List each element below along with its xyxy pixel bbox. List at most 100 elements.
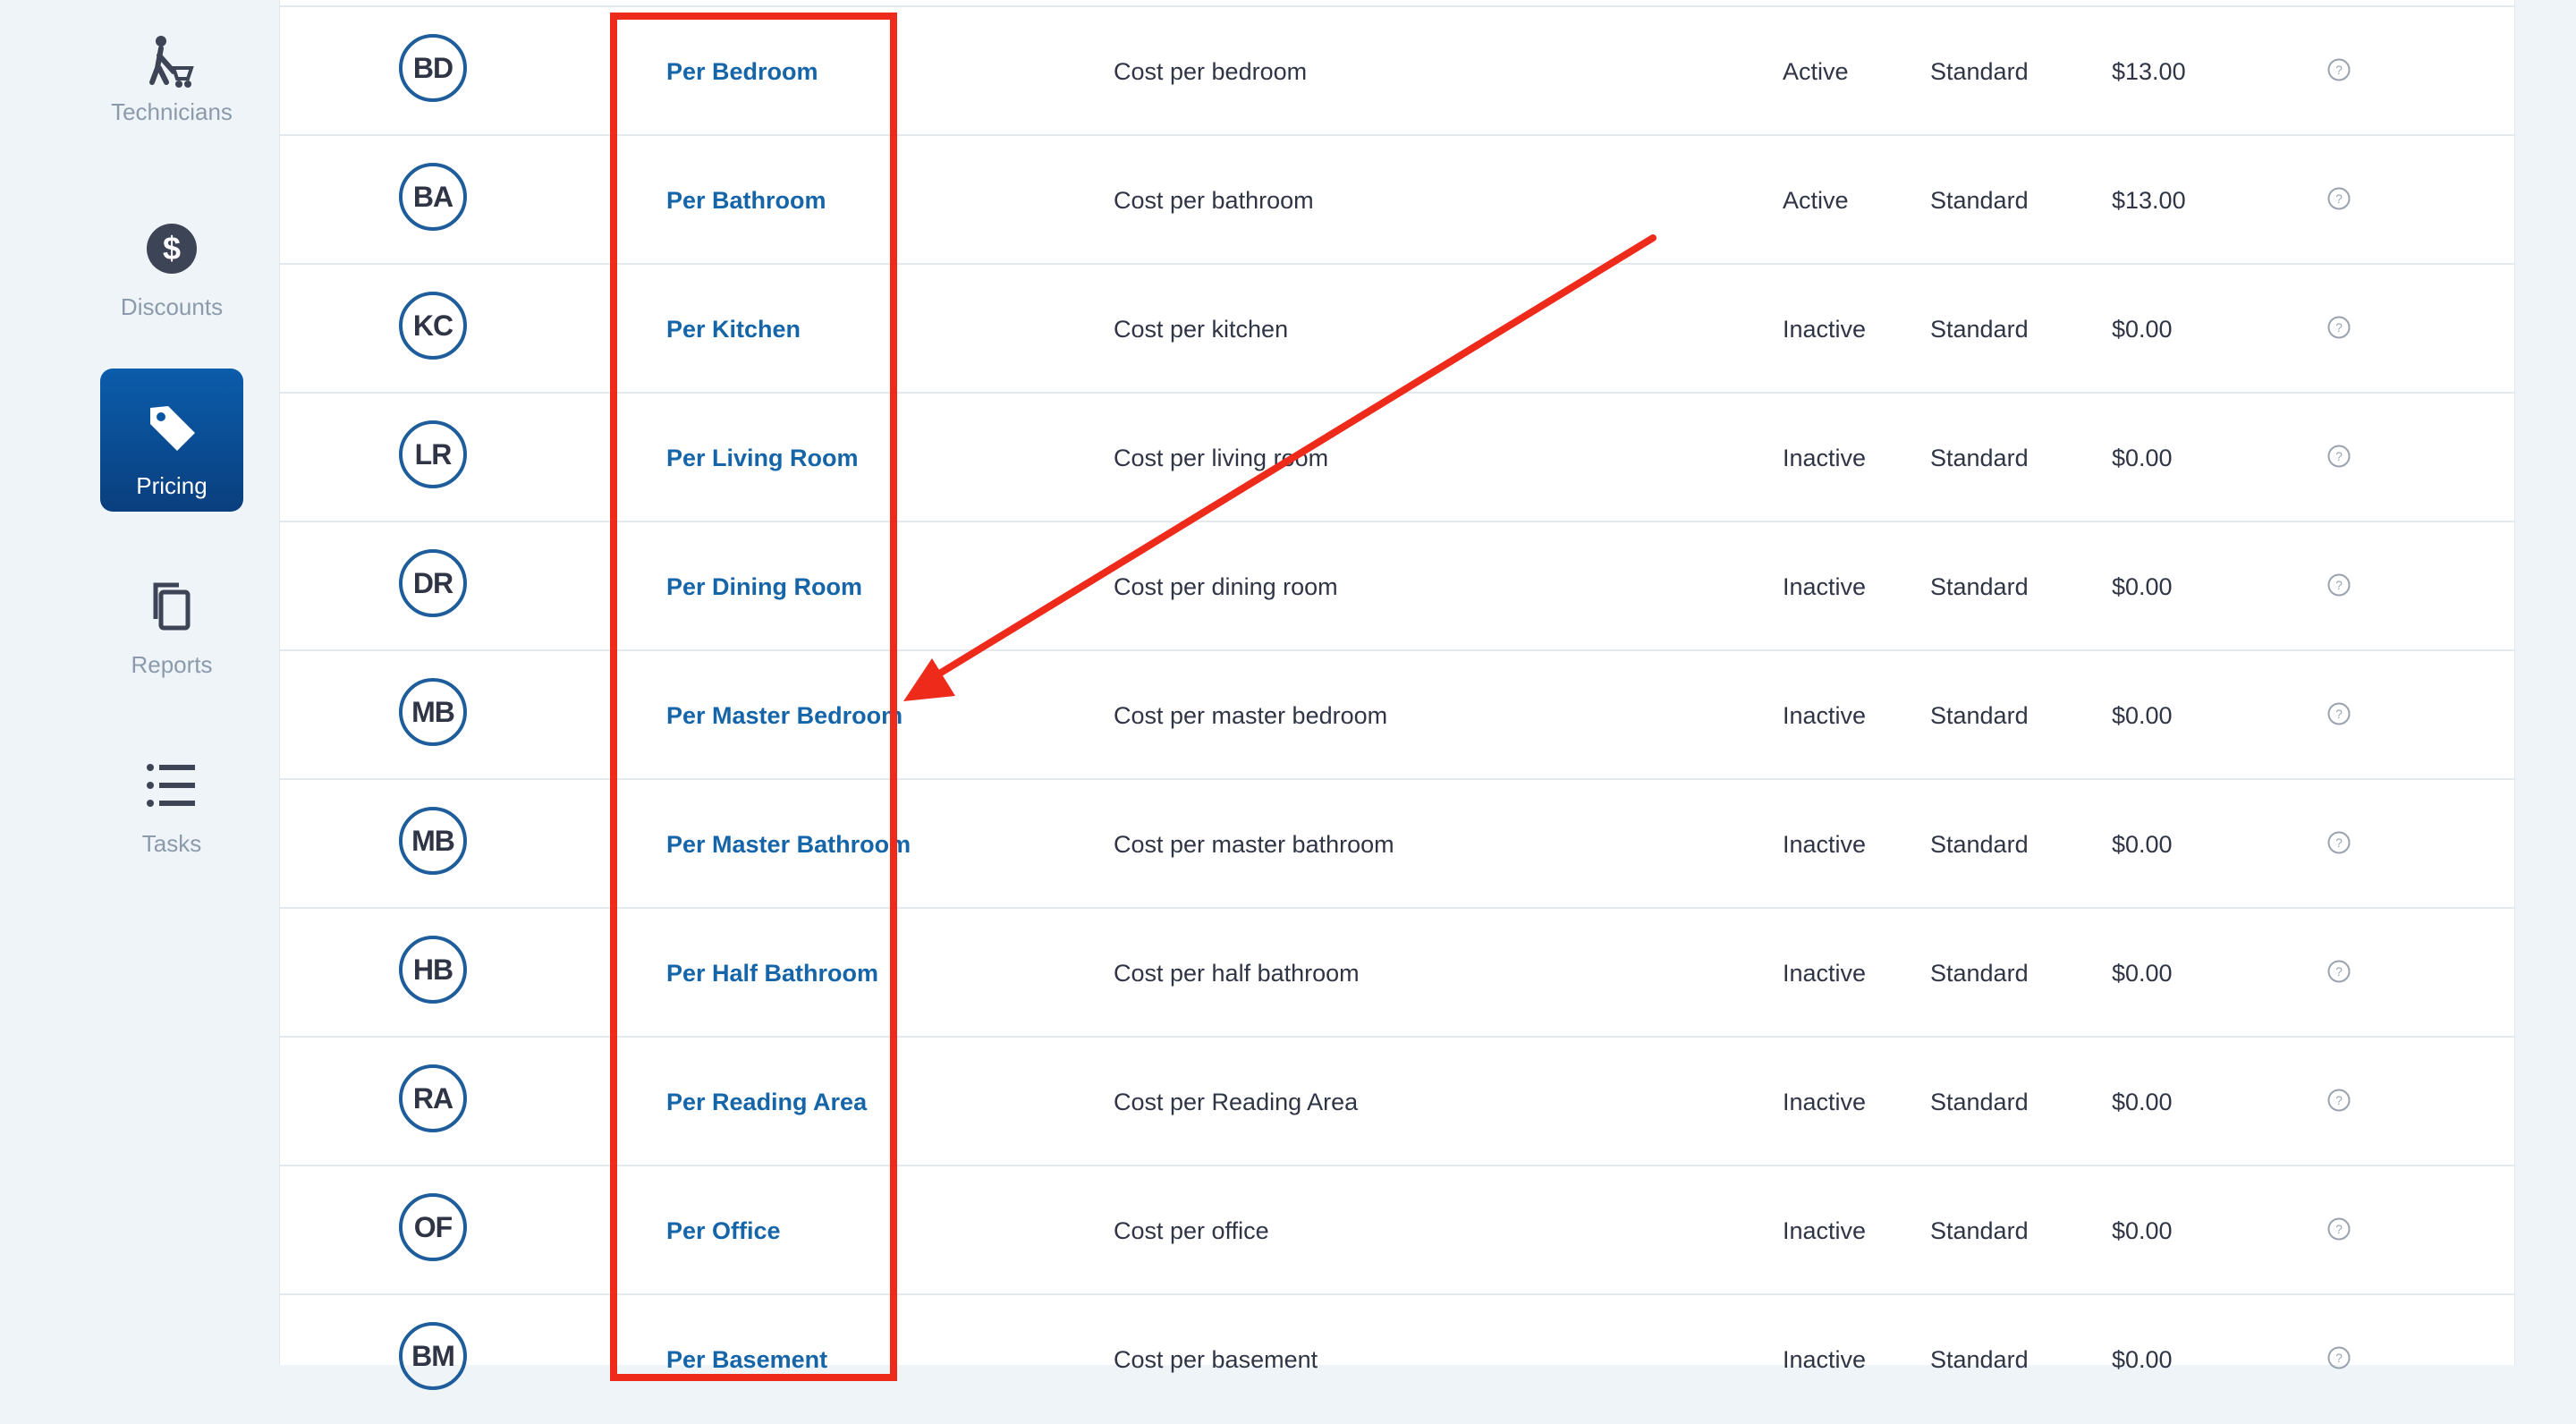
row-type: Standard xyxy=(1930,315,2029,343)
question-circle-icon[interactable]: ? xyxy=(2326,830,2351,855)
row-type: Standard xyxy=(1930,1345,2029,1373)
row-name-link[interactable]: Per Half Bathroom xyxy=(666,909,878,1038)
sidebar-item-discounts[interactable]: $ Discounts xyxy=(100,190,243,333)
price-tag-icon xyxy=(140,395,204,460)
table-row[interactable]: OF Per Office Cost per office Inactive S… xyxy=(280,1165,2514,1293)
question-circle-icon[interactable]: ? xyxy=(2326,186,2351,211)
table-row[interactable]: BA Per Bathroom Cost per bathroom Active… xyxy=(280,134,2514,263)
table-row[interactable]: BM Per Basement Cost per basement Inacti… xyxy=(280,1293,2514,1422)
row-price: $13.00 xyxy=(2112,57,2186,85)
row-status: Active xyxy=(1783,186,1849,214)
row-name-link[interactable]: Per Bedroom xyxy=(666,7,818,136)
row-status: Inactive xyxy=(1783,1216,1867,1244)
row-status: Active xyxy=(1783,57,1849,85)
row-type: Standard xyxy=(1930,1216,2029,1244)
question-circle-icon[interactable]: ? xyxy=(2326,572,2351,598)
svg-text:?: ? xyxy=(2335,191,2343,206)
row-type: Standard xyxy=(1930,572,2029,600)
row-name-link[interactable]: Per Living Room xyxy=(666,394,859,522)
row-code-badge: KC xyxy=(399,292,467,360)
table-row[interactable]: KC Per Kitchen Cost per kitchen Inactive… xyxy=(280,263,2514,392)
row-name-link[interactable]: Per Basement xyxy=(666,1295,827,1424)
row-status: Inactive xyxy=(1783,1088,1867,1115)
technician-icon xyxy=(140,32,204,97)
question-circle-icon[interactable]: ? xyxy=(2326,57,2351,82)
row-code-badge: BD xyxy=(399,34,467,102)
row-type: Standard xyxy=(1930,1088,2029,1115)
row-price: $0.00 xyxy=(2112,572,2173,600)
svg-text:?: ? xyxy=(2335,1351,2343,1365)
row-description: Cost per kitchen xyxy=(1114,315,1289,343)
question-circle-icon[interactable]: ? xyxy=(2326,1345,2351,1370)
row-name-link[interactable]: Per Office xyxy=(666,1166,781,1295)
sidebar-item-tasks[interactable]: Tasks xyxy=(100,726,243,869)
table-row[interactable]: MB Per Master Bedroom Cost per master be… xyxy=(280,649,2514,778)
svg-text:?: ? xyxy=(2335,63,2343,77)
table-row[interactable]: BD Per Bedroom Cost per bedroom Active S… xyxy=(280,5,2514,134)
row-name-link[interactable]: Per Reading Area xyxy=(666,1038,867,1166)
row-status: Inactive xyxy=(1783,315,1867,343)
row-name-link[interactable]: Per Kitchen xyxy=(666,265,801,394)
row-description: Cost per basement xyxy=(1114,1345,1318,1373)
table-row[interactable]: DR Per Dining Room Cost per dining room … xyxy=(280,521,2514,649)
svg-text:$: $ xyxy=(163,230,181,267)
row-description: Cost per master bathroom xyxy=(1114,830,1394,858)
row-code-badge: MB xyxy=(399,678,467,746)
row-description: Cost per living room xyxy=(1114,444,1329,471)
table-row[interactable]: MB Per Master Bathroom Cost per master b… xyxy=(280,778,2514,907)
row-description: Cost per dining room xyxy=(1114,572,1338,600)
row-type: Standard xyxy=(1930,186,2029,214)
row-price: $0.00 xyxy=(2112,315,2173,343)
sidebar-item-technicians[interactable]: Technicians xyxy=(100,0,243,143)
sidebar-item-label: Pricing xyxy=(136,472,208,499)
row-type: Standard xyxy=(1930,959,2029,987)
list-icon xyxy=(140,753,204,818)
row-name-link[interactable]: Per Bathroom xyxy=(666,136,826,265)
row-price: $0.00 xyxy=(2112,830,2173,858)
question-circle-icon[interactable]: ? xyxy=(2326,1216,2351,1242)
row-code-badge: OF xyxy=(399,1193,467,1261)
row-price: $0.00 xyxy=(2112,444,2173,471)
row-status: Inactive xyxy=(1783,1345,1867,1373)
sidebar-item-label: Discounts xyxy=(120,293,224,320)
sidebar-item-label: Reports xyxy=(131,651,213,678)
row-code-badge: RA xyxy=(399,1064,467,1132)
pricing-rows: BD Per Bedroom Cost per bedroom Active S… xyxy=(280,5,2514,1422)
sidebar-item-label: Technicians xyxy=(111,98,233,125)
row-type: Standard xyxy=(1930,444,2029,471)
row-status: Inactive xyxy=(1783,959,1867,987)
copy-icon xyxy=(140,574,204,639)
row-code-badge: LR xyxy=(399,420,467,488)
sidebar-item-pricing[interactable]: Pricing xyxy=(100,369,243,512)
row-code-badge: BM xyxy=(399,1322,467,1390)
row-price: $13.00 xyxy=(2112,186,2186,214)
question-circle-icon[interactable]: ? xyxy=(2326,315,2351,340)
row-name-link[interactable]: Per Master Bathroom xyxy=(666,780,911,909)
sidebar-item-reports[interactable]: Reports xyxy=(100,547,243,691)
row-name-link[interactable]: Per Dining Room xyxy=(666,522,862,651)
row-name-link[interactable]: Per Master Bedroom xyxy=(666,651,902,780)
svg-text:?: ? xyxy=(2335,449,2343,463)
row-description: Cost per bedroom xyxy=(1114,57,1308,85)
table-row[interactable]: LR Per Living Room Cost per living room … xyxy=(280,392,2514,521)
question-circle-icon[interactable]: ? xyxy=(2326,444,2351,469)
question-circle-icon[interactable]: ? xyxy=(2326,959,2351,984)
table-row[interactable]: RA Per Reading Area Cost per Reading Are… xyxy=(280,1036,2514,1165)
table-row[interactable]: HB Per Half Bathroom Cost per half bathr… xyxy=(280,907,2514,1036)
row-status: Inactive xyxy=(1783,444,1867,471)
svg-text:?: ? xyxy=(2335,964,2343,979)
sidebar-item-label: Tasks xyxy=(141,830,202,857)
question-circle-icon[interactable]: ? xyxy=(2326,701,2351,726)
dollar-icon: $ xyxy=(140,216,204,281)
svg-text:?: ? xyxy=(2335,1222,2343,1236)
svg-text:?: ? xyxy=(2335,1093,2343,1107)
row-price: $0.00 xyxy=(2112,1216,2173,1244)
sidebar-nav: Technicians $ Discounts Pricing Reports xyxy=(0,0,279,1365)
row-description: Cost per office xyxy=(1114,1216,1269,1244)
question-circle-icon[interactable]: ? xyxy=(2326,1088,2351,1113)
row-code-badge: MB xyxy=(399,807,467,875)
row-price: $0.00 xyxy=(2112,959,2173,987)
svg-text:?: ? xyxy=(2335,707,2343,721)
row-type: Standard xyxy=(1930,57,2029,85)
svg-text:?: ? xyxy=(2335,320,2343,335)
